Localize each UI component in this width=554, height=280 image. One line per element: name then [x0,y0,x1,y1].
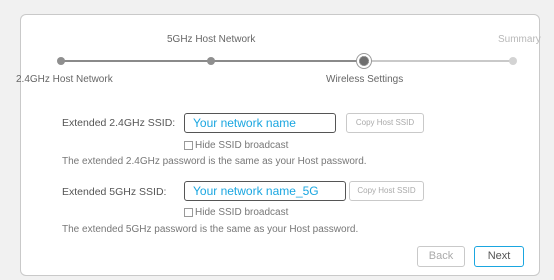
back-button[interactable]: Back [417,246,465,267]
hide-ssid-5ghz-label: Hide SSID broadcast [195,207,289,218]
extended-5ghz-ssid-label: Extended 5GHz SSID: [62,186,167,198]
step-label-2.4ghz-host-network: 2.4GHz Host Network [16,74,113,85]
hide-ssid-5ghz-checkbox[interactable] [184,208,193,217]
step-dot-wireless-settings-current [359,56,369,66]
step-label-wireless-settings: Wireless Settings [326,74,404,85]
copy-host-ssid-24ghz-button[interactable]: Copy Host SSID [346,113,424,133]
extended-5ghz-ssid-input[interactable] [184,181,346,201]
extended-24ghz-ssid-label: Extended 2.4GHz SSID: [62,117,176,129]
step-dot-5ghz-host-network [207,57,215,65]
next-button[interactable]: Next [474,246,524,267]
hide-ssid-broadcast-5ghz[interactable]: Hide SSID broadcast [184,207,288,218]
hide-ssid-24ghz-checkbox[interactable] [184,141,193,150]
step-dot-2.4ghz-host-network [57,57,65,65]
password-note-24ghz: The extended 2.4GHz password is the same… [62,156,367,167]
extended-24ghz-ssid-input[interactable] [184,113,336,133]
step-label-summary: Summary [498,34,541,45]
password-note-5ghz: The extended 5GHz password is the same a… [62,224,359,235]
copy-host-ssid-5ghz-button[interactable]: Copy Host SSID [349,181,424,201]
hide-ssid-24ghz-label: Hide SSID broadcast [195,140,289,151]
step-label-5ghz-host-network: 5GHz Host Network [167,34,256,45]
step-dot-summary [509,57,517,65]
hide-ssid-broadcast-24ghz[interactable]: Hide SSID broadcast [184,140,288,151]
